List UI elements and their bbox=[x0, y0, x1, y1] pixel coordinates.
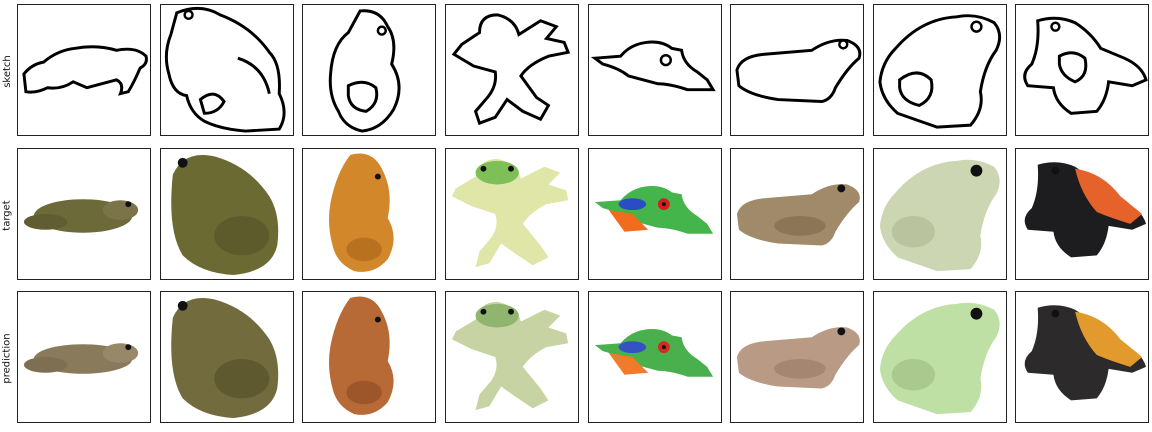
target-frog-panel bbox=[17, 148, 151, 280]
prediction-frog-panel bbox=[730, 291, 864, 423]
target-frog-panel bbox=[873, 148, 1007, 280]
target-frog-panel bbox=[1015, 148, 1149, 280]
prediction-frog-panel bbox=[588, 291, 722, 423]
prediction-frog-panel bbox=[17, 291, 151, 423]
row-label-target: target bbox=[1, 199, 13, 231]
prediction-frog-panel bbox=[1015, 291, 1149, 423]
target-frog-panel bbox=[160, 148, 294, 280]
target-frog-panel bbox=[730, 148, 864, 280]
sketch-panel bbox=[17, 4, 151, 136]
target-frog-panel bbox=[588, 148, 722, 280]
prediction-frog-panel bbox=[160, 291, 294, 423]
prediction-frog-panel bbox=[445, 291, 579, 423]
row-label-prediction: prediction bbox=[1, 332, 13, 384]
target-frog-panel bbox=[302, 148, 436, 280]
sketch-panel bbox=[873, 4, 1007, 136]
sketch-panel bbox=[160, 4, 294, 136]
sketch-panel bbox=[1015, 4, 1149, 136]
sketch-panel bbox=[302, 4, 436, 136]
target-frog-panel bbox=[445, 148, 579, 280]
sketch-panel bbox=[588, 4, 722, 136]
row-label-sketch: sketch bbox=[1, 54, 13, 88]
sketch-panel bbox=[445, 4, 579, 136]
prediction-frog-panel bbox=[302, 291, 436, 423]
prediction-frog-panel bbox=[873, 291, 1007, 423]
sketch-panel bbox=[730, 4, 864, 136]
